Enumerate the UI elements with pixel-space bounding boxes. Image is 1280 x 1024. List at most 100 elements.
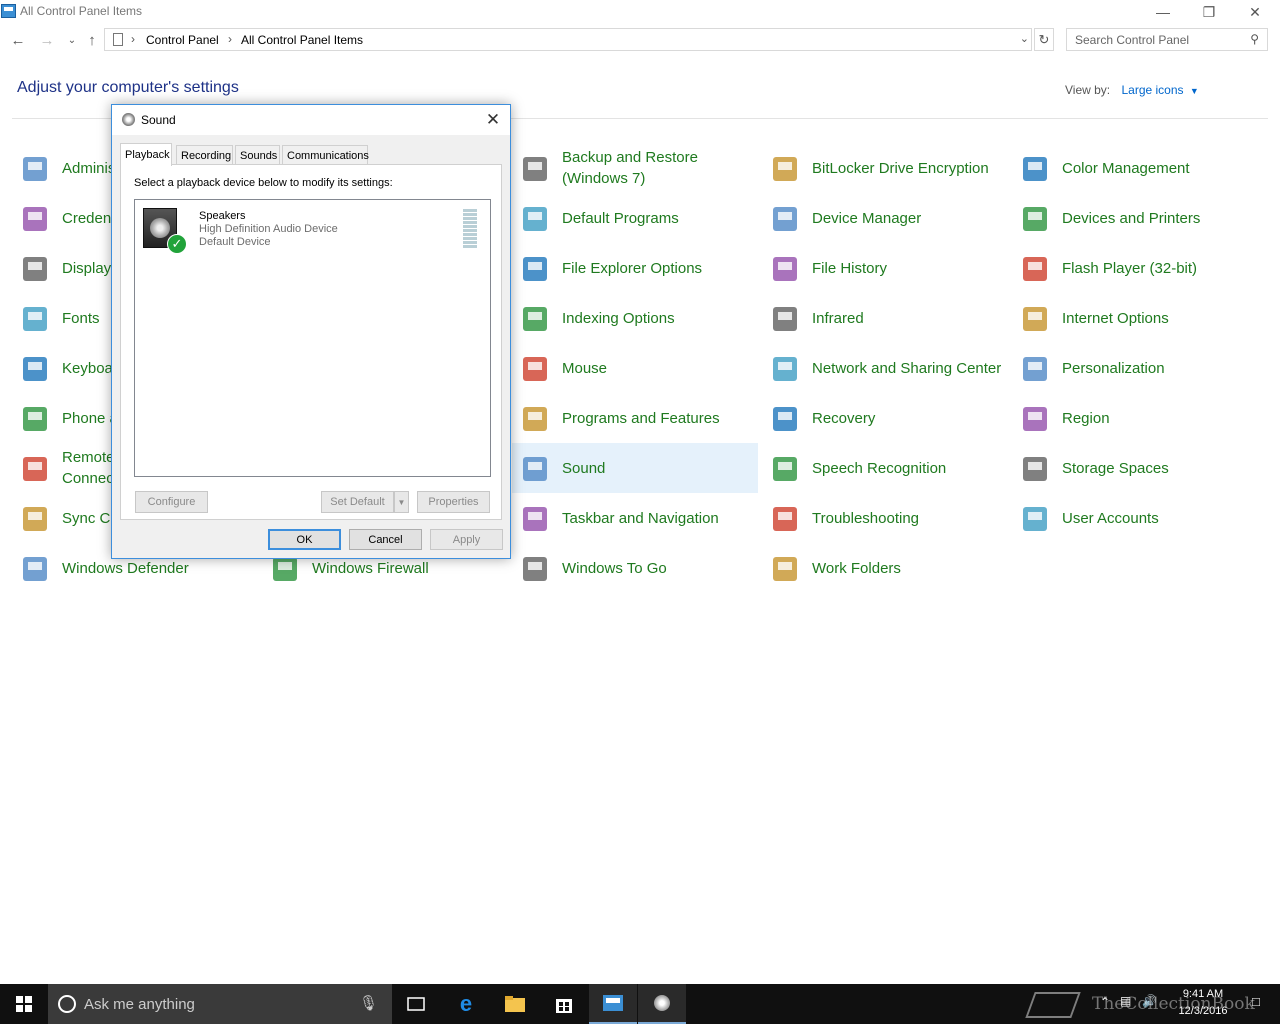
control-panel-item-label: Region: [1062, 409, 1110, 427]
control-panel-item[interactable]: User Accounts: [1012, 493, 1258, 543]
device-status: Default Device: [199, 236, 271, 248]
dialog-title-bar[interactable]: Sound ✕: [112, 105, 510, 135]
tab-communications[interactable]: Communications: [282, 145, 369, 165]
control-panel-item[interactable]: Flash Player (32-bit): [1012, 243, 1258, 293]
arrow-up-icon: ↑: [88, 31, 96, 49]
control-panel-item[interactable]: Windows To Go: [512, 543, 758, 593]
control-panel-item[interactable]: Storage Spaces: [1012, 443, 1258, 493]
work-folders-icon: [768, 552, 802, 586]
control-panel-item[interactable]: Infrared: [762, 293, 1008, 343]
control-panel-item[interactable]: Indexing Options: [512, 293, 758, 343]
control-panel-item[interactable]: Default Programs: [512, 193, 758, 243]
watermark: TheCollectionBook: [1025, 988, 1270, 1022]
address-bar[interactable]: › Control Panel › All Control Panel Item…: [104, 28, 1032, 51]
control-panel-item[interactable]: File History: [762, 243, 1008, 293]
minimize-button[interactable]: —: [1140, 0, 1186, 24]
breadcrumb-all-items[interactable]: All Control Panel Items: [241, 33, 363, 47]
configure-button[interactable]: Configure: [135, 491, 208, 513]
control-panel-item[interactable]: Taskbar and Navigation: [512, 493, 758, 543]
task-view-icon: [407, 997, 425, 1011]
cancel-button[interactable]: Cancel: [349, 529, 422, 550]
tab-playback[interactable]: Playback: [120, 143, 172, 166]
address-dropdown-icon[interactable]: ⌄: [1020, 32, 1029, 45]
sound-taskbar-button[interactable]: [638, 984, 686, 1024]
breadcrumb-control-panel[interactable]: Control Panel: [146, 33, 219, 47]
sync-center-icon: [18, 502, 52, 536]
cortana-placeholder: Ask me anything: [84, 996, 195, 1013]
control-panel-item[interactable]: Devices and Printers: [1012, 193, 1258, 243]
control-panel-item[interactable]: Sound: [512, 443, 758, 493]
search-icon[interactable]: ⚲: [1250, 32, 1259, 46]
control-panel-item[interactable]: Speech Recognition: [762, 443, 1008, 493]
phone-modem-icon: [18, 402, 52, 436]
control-panel-item[interactable]: Work Folders: [762, 543, 1008, 593]
control-panel-item[interactable]: BitLocker Drive Encryption: [762, 143, 1008, 193]
dialog-close-button[interactable]: ✕: [482, 109, 504, 131]
bitlocker-icon: [768, 152, 802, 186]
internet-options-icon: [1018, 302, 1052, 336]
fonts-icon: [18, 302, 52, 336]
control-panel-item[interactable]: File Explorer Options: [512, 243, 758, 293]
edge-icon: e: [459, 991, 473, 1016]
file-explorer-button[interactable]: [491, 984, 539, 1024]
playback-panel: Select a playback device below to modify…: [120, 164, 502, 520]
control-panel-item-label: Sound: [562, 459, 606, 477]
view-by-dropdown[interactable]: Large icons: [1121, 83, 1183, 97]
set-default-button[interactable]: Set Default: [321, 491, 394, 513]
close-button[interactable]: ✕: [1232, 0, 1278, 24]
control-panel-item[interactable]: Programs and Features: [512, 393, 758, 443]
control-panel-item-label: Work Folders: [812, 559, 901, 577]
control-panel-item[interactable]: Internet Options: [1012, 293, 1258, 343]
apply-button[interactable]: Apply: [430, 529, 503, 550]
set-default-dropdown[interactable]: ▼: [394, 491, 409, 513]
tab-recording[interactable]: Recording: [176, 145, 233, 165]
control-panel-item[interactable]: Region: [1012, 393, 1258, 443]
forward-button[interactable]: →: [37, 30, 57, 50]
control-panel-item[interactable]: Personalization: [1012, 343, 1258, 393]
microphone-icon[interactable]: 🎙: [359, 994, 378, 1012]
control-panel-item[interactable]: Troubleshooting: [762, 493, 1008, 543]
ok-button[interactable]: OK: [268, 529, 341, 550]
windows-defender-icon: [18, 552, 52, 586]
control-panel-item[interactable]: Device Manager: [762, 193, 1008, 243]
control-panel-item[interactable]: Network and Sharing Center: [762, 343, 1008, 393]
refresh-button[interactable]: ↻: [1034, 28, 1054, 51]
chevron-down-icon: ⌄: [67, 34, 77, 46]
store-button[interactable]: [540, 984, 588, 1024]
caret-down-icon[interactable]: ▼: [1190, 86, 1199, 96]
control-panel-item-label: Flash Player (32-bit): [1062, 259, 1198, 277]
tab-sounds[interactable]: Sounds: [235, 145, 280, 165]
cortana-icon: [58, 995, 76, 1013]
search-input[interactable]: [1075, 29, 1245, 50]
file-explorer-options-icon: [518, 252, 552, 286]
watermark-text: TheCollectionBook: [1092, 994, 1255, 1014]
infrared-icon: [768, 302, 802, 336]
control-panel-item[interactable]: Color Management: [1012, 143, 1258, 193]
control-panel-item[interactable]: Mouse: [512, 343, 758, 393]
search-box[interactable]: ⚲: [1066, 28, 1268, 51]
control-panel-item[interactable]: Recovery: [762, 393, 1008, 443]
control-panel-icon: [603, 995, 623, 1011]
dialog-title: Sound: [141, 113, 176, 127]
breadcrumb-separator-icon[interactable]: ›: [228, 32, 232, 46]
control-panel-taskbar-button[interactable]: [589, 984, 637, 1024]
control-panel-item[interactable]: Backup and Restore (Windows 7): [512, 143, 758, 193]
view-by-label: View by:: [1065, 83, 1111, 97]
device-list[interactable]: ✓ Speakers High Definition Audio Device …: [134, 199, 491, 477]
back-button[interactable]: ←: [8, 30, 28, 50]
window-title: All Control Panel Items: [20, 4, 143, 18]
list-item-speakers[interactable]: ✓ Speakers High Definition Audio Device …: [141, 206, 486, 254]
indexing-options-icon: [518, 302, 552, 336]
device-description: High Definition Audio Device: [199, 223, 338, 235]
cortana-search-box[interactable]: Ask me anything 🎙: [48, 984, 392, 1024]
properties-button[interactable]: Properties: [417, 491, 490, 513]
recent-locations-button[interactable]: ⌄: [62, 30, 82, 50]
control-panel-item-label: Device Manager: [812, 209, 922, 227]
device-name: Speakers: [199, 210, 246, 222]
up-button[interactable]: ↑: [82, 30, 102, 50]
start-button[interactable]: [0, 984, 48, 1024]
task-view-button[interactable]: [392, 984, 440, 1024]
restore-button[interactable]: ❐: [1186, 0, 1232, 24]
edge-button[interactable]: e: [442, 984, 490, 1024]
breadcrumb-separator-icon[interactable]: ›: [131, 32, 135, 46]
